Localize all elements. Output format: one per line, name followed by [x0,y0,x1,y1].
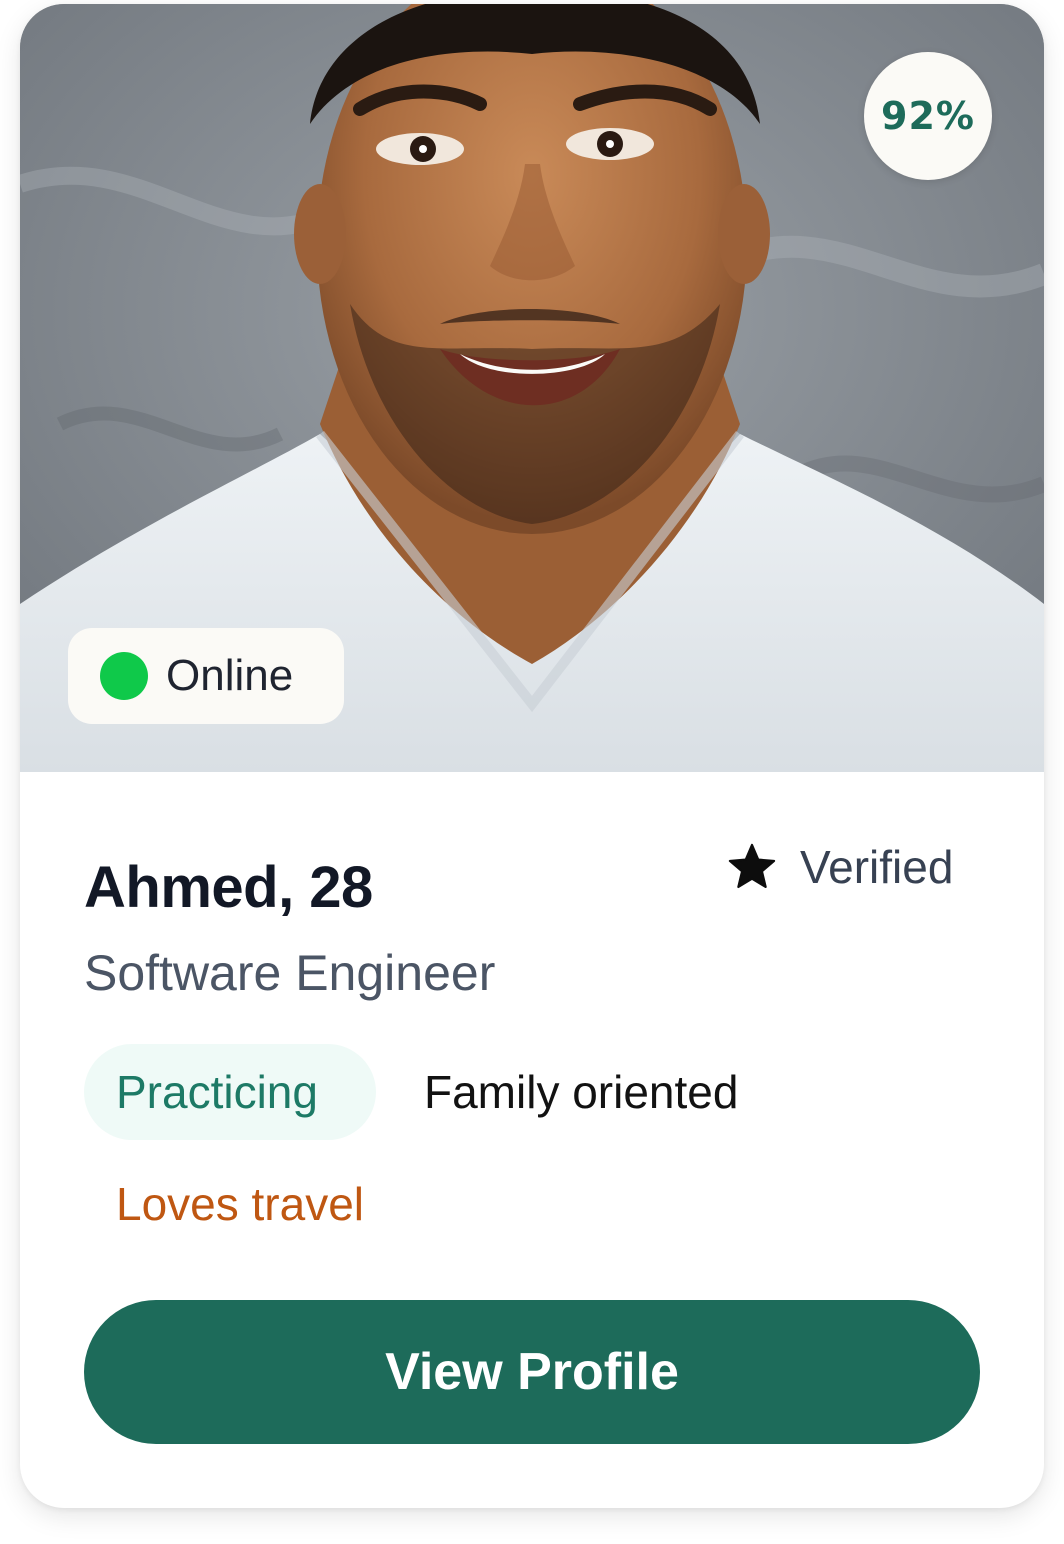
star-icon [728,843,776,889]
tag-family-oriented: Family oriented [424,1066,739,1118]
profile-photo[interactable]: 92% Online [20,4,1044,772]
match-percentage-badge: 92% [864,52,992,180]
profile-name-age: Ahmed, 28 [84,855,373,920]
online-status-dot [100,652,148,700]
verified-badge: Verified [726,840,953,894]
online-status-label: Online [166,651,294,700]
tag-practicing: Practicing [84,1044,376,1140]
tag-loves-travel: Loves travel [116,1178,365,1230]
view-profile-button[interactable]: View Profile [84,1300,980,1444]
profile-card: 92% Online Ahmed, 28 Verified Software E… [20,4,1044,1508]
verified-label: Verified [800,841,954,893]
match-percentage-value: 92% [881,94,975,138]
view-profile-label: View Profile [385,1343,679,1401]
profile-occupation: Software Engineer [84,945,496,1001]
online-status-badge: Online [68,628,344,724]
